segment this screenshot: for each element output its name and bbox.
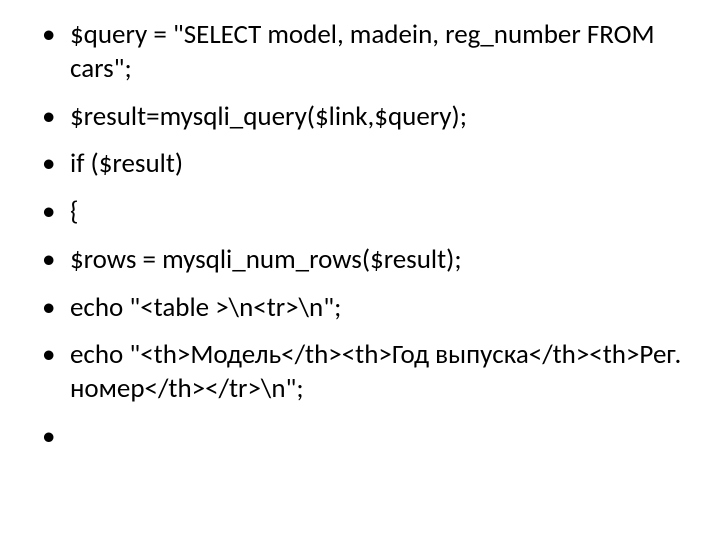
bullet-text: {: [70, 195, 79, 228]
list-item: if ($result): [28, 147, 692, 181]
bullet-text: echo "<th>Модель</th><th>Год выпуска</th…: [70, 338, 681, 405]
list-item: echo "<table >\n<tr>\n";: [28, 291, 692, 325]
bullet-text: $query = "SELECT model, madein, reg_numb…: [70, 18, 655, 85]
bullet-text: $rows = mysqli_num_rows($result);: [70, 243, 462, 276]
slide: $query = "SELECT model, madein, reg_numb…: [0, 0, 720, 540]
bullet-text: echo "<table >\n<tr>\n";: [70, 291, 341, 324]
list-item: $result=mysqli_query($link,$query);: [28, 100, 692, 134]
bullet-list: $query = "SELECT model, madein, reg_numb…: [28, 18, 692, 447]
list-item: $query = "SELECT model, madein, reg_numb…: [28, 18, 692, 86]
list-item: $rows = mysqli_num_rows($result);: [28, 243, 692, 277]
list-item: {: [28, 195, 692, 229]
list-item: echo "<th>Модель</th><th>Год выпуска</th…: [28, 338, 692, 406]
list-item: [28, 420, 692, 447]
bullet-text: $result=mysqli_query($link,$query);: [70, 100, 467, 133]
bullet-text: if ($result): [70, 147, 183, 180]
